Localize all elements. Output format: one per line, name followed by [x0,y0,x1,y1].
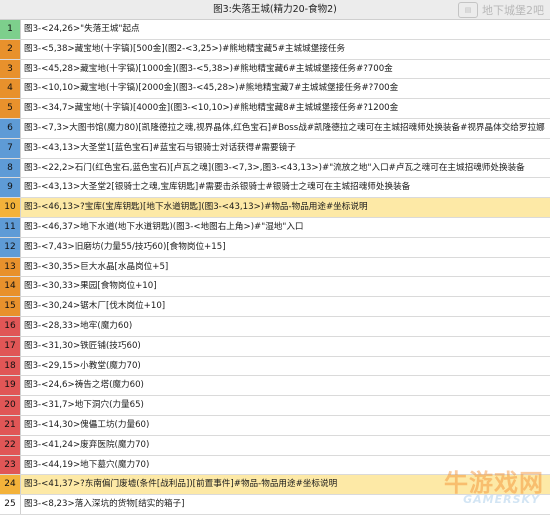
table-row: 3 图3-<45,28>藏宝地(十字镐)[1000金](图3-<5,38>)#熊地… [0,59,550,80]
table-row: 7 图3-<43,13>大圣堂1[蓝色宝石]#蓝宝石与银骑士对话获得#需要镜子 [0,138,550,159]
bottom-watermark: 牛游戏网 GAMERSKY [409,461,544,511]
row-text: 图3-<45,28>藏宝地(十字镐)[1000金](图3-<5,38>)#熊地精… [24,63,393,74]
row-text: 图3-<22,2>石门(红色宝石,蓝色宝石)[卢瓦之魂](图3-<7,3>,图3… [24,162,525,173]
row-text: 图3-<30,33>果园[食物岗位+10] [24,281,157,292]
row-number: 8 [0,158,21,178]
top-watermark-text: 地下城堡2吧 [482,4,544,17]
top-watermark: ▤ 地下城堡2吧 [458,2,544,18]
row-text: 图3-<46,37>地下水道(地下水道钥匙)(图3-<地图右上角>)#"湿地"入… [24,221,304,232]
row-text: 图3-<10,10>藏宝地(十字镐)[2000金](图3-<45,28>)#熊地… [24,83,399,94]
table-row: 20 图3-<31,7>地下洞穴(力量65) [0,396,550,416]
table-row: 9 图3-<43,13>大圣堂2[银骑士之魂,宝库钥匙]#需要击杀银骑士#银骑士之… [0,178,550,199]
table-row: 13 图3-<30,35>巨大水晶[水晶岗位+5] [0,257,550,278]
row-number: 25 [0,495,21,514]
table-row: 22 图3-<41,24>废弃医院(魔力70) [0,435,550,456]
row-number: 21 [0,415,21,435]
row-text: 图3-<43,13>大圣堂1[蓝色宝石]#蓝宝石与银骑士对话获得#需要镜子 [24,142,296,153]
row-text: 图3-<24,26>"失落王城"起点 [24,24,140,34]
table-row: 18 图3-<29,15>小教堂(魔力70) [0,356,550,377]
row-number: 22 [0,435,21,455]
table-row: 14 图3-<30,33>果园[食物岗位+10] [0,277,550,298]
row-text: 图3-<14,30>傀儡工坊(力量60) [24,419,150,430]
row-number: 11 [0,217,21,237]
row-text: 图3-<28,33>地牢(魔力60) [24,320,133,331]
row-text: 图3-<31,7>地下洞穴(力量65) [24,400,144,411]
row-text: 图3-<7,43>旧磨坊(力量55/技巧60)[食物岗位+15] [24,241,226,252]
row-number: 2 [0,39,21,59]
table-row: 21 图3-<14,30>傀儡工坊(力量60) [0,415,550,436]
row-text: 图3-<24,6>祷告之塔(魔力60) [24,380,144,391]
table-rows: 1 图3-<24,26>"失落王城"起点 2 图3-<5,38>藏宝地(十字镐)[50… [0,20,550,515]
row-text: 图3-<46,13>?宝库(宝库钥匙)[地下水道钥匙](图3-<43,13>)#… [21,198,550,217]
spreadsheet: 图3:失落王城(精力20-食物2) ▤ 地下城堡2吧 1 图3-<24,26>"失… [0,0,550,515]
row-number: 24 [0,475,21,495]
table-row: 16 图3-<28,33>地牢(魔力60) [0,316,550,337]
table-row: 11 图3-<46,37>地下水道(地下水道钥匙)(图3-<地图右上角>)#"湿地… [0,217,550,238]
row-text: 图3-<30,24>锯木厂[伐木岗位+10] [24,301,166,312]
table-row: 12 图3-<7,43>旧磨坊(力量55/技巧60)[食物岗位+15] [0,237,550,258]
row-number: 17 [0,336,21,356]
row-number: 6 [0,118,21,138]
row-number: 12 [0,237,21,257]
row-number: 4 [0,79,21,99]
table-row: 17 图3-<31,30>铁匠铺(技巧60) [0,336,550,357]
row-text: 图3-<43,13>大圣堂2[银骑士之魂,宝库钥匙]#需要击杀银骑士#银骑士之魂… [24,182,411,193]
row-number: 5 [0,99,21,118]
table-row: 4 图3-<10,10>藏宝地(十字镐)[2000金](图3-<45,28>)#熊… [0,79,550,100]
row-number: 14 [0,277,21,297]
row-number: 15 [0,297,21,316]
row-number: 9 [0,178,21,198]
row-text: 图3-<31,30>铁匠铺(技巧60) [24,340,141,351]
row-number: 3 [0,59,21,79]
row-number: 7 [0,138,21,158]
row-number: 18 [0,356,21,376]
row-number: 19 [0,376,21,396]
row-number: 20 [0,396,21,415]
table-row: 5 图3-<34,7>藏宝地(十字镐)[4000金](图3-<10,10>)#熊地… [0,99,550,119]
tieba-logo-icon: ▤ [458,2,478,18]
row-number: 10 [0,198,21,217]
table-row: 8 图3-<22,2>石门(红色宝石,蓝色宝石)[卢瓦之魂](图3-<7,3>,图… [0,158,550,179]
table-row: 2 图3-<5,38>藏宝地(十字镐)[500金](图2-<3,25>)#熊地精宝… [0,39,550,60]
row-number: 16 [0,316,21,336]
table-row: 6 图3-<7,3>大图书馆(魔力80)[凯隆德拉之魂,视界晶体,红色宝石]#Bo… [0,118,550,139]
row-text: 图3-<30,35>巨大水晶[水晶岗位+5] [24,261,169,272]
row-text: 图3-<5,38>藏宝地(十字镐)[500金](图2-<3,25>)#熊地精宝藏… [24,43,346,54]
row-number: 1 [0,20,21,39]
table-row: 15 图3-<30,24>锯木厂[伐木岗位+10] [0,297,550,317]
row-text: 图3-<7,3>大图书馆(魔力80)[凯隆德拉之魂,视界晶体,红色宝石]#Bos… [24,122,545,133]
row-text: 图3-<41,24>废弃医院(魔力70) [24,439,150,450]
row-text: 图3-<29,15>小教堂(魔力70) [24,360,141,371]
row-number: 13 [0,257,21,277]
row-text: 图3-<34,7>藏宝地(十字镐)[4000金](图3-<10,10>)#熊地精… [24,103,399,114]
watermark-en-text: GAMERSKY [463,493,540,506]
row-number: 23 [0,455,21,475]
table-row: 1 图3-<24,26>"失落王城"起点 [0,20,550,40]
table-row: 10 图3-<46,13>?宝库(宝库钥匙)[地下水道钥匙](图3-<43,13>… [0,198,550,218]
table-row: 19 图3-<24,6>祷告之塔(魔力60) [0,376,550,397]
